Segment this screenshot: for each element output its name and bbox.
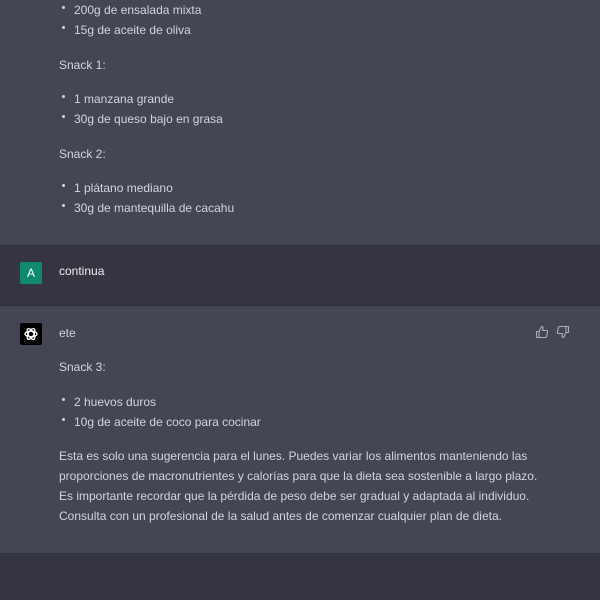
list-item: 15g de aceite de oliva	[59, 20, 201, 40]
snack-2-list: 1 plátano mediano 30g de mantequilla de …	[59, 178, 234, 218]
summary-paragraph: Esta es solo una sugerencia para el lune…	[59, 449, 538, 523]
ingredients-list: 200g de ensalada mixta 15g de aceite de …	[59, 0, 201, 40]
snack-3-list: 2 huevos duros 10g de aceite de coco par…	[59, 392, 261, 432]
list-item: 30g de queso bajo en grasa	[59, 109, 223, 129]
snack-1-label: Snack 1:	[59, 58, 106, 72]
thumbs-down-icon[interactable]	[556, 325, 570, 339]
user-message: A continua	[0, 245, 600, 306]
user-message-text: continua	[59, 264, 105, 278]
list-item: 10g de aceite de coco para cocinar	[59, 412, 261, 432]
user-avatar-letter: A	[26, 266, 35, 280]
list-item: 30g de mantequilla de cacahu	[59, 198, 234, 218]
assistant-first-line: ete	[59, 326, 76, 340]
thumbs-up-icon[interactable]	[535, 325, 549, 339]
assistant-message: ete Snack 3: 2 huevos duros 10g de aceit…	[0, 306, 600, 553]
assistant-avatar	[20, 323, 42, 345]
user-avatar: A	[20, 262, 42, 284]
list-item: 200g de ensalada mixta	[59, 0, 201, 20]
list-item: 1 manzana grande	[59, 89, 223, 109]
openai-logo-icon	[24, 327, 38, 341]
list-item: 2 huevos duros	[59, 392, 261, 412]
list-item: 1 plátano mediano	[59, 178, 234, 198]
snack-2-label: Snack 2:	[59, 147, 106, 161]
assistant-message-top: 200g de ensalada mixta 15g de aceite de …	[0, 0, 600, 245]
snack-1-list: 1 manzana grande 30g de queso bajo en gr…	[59, 89, 223, 129]
snack-3-label: Snack 3:	[59, 360, 106, 374]
input-area-background	[0, 553, 600, 600]
